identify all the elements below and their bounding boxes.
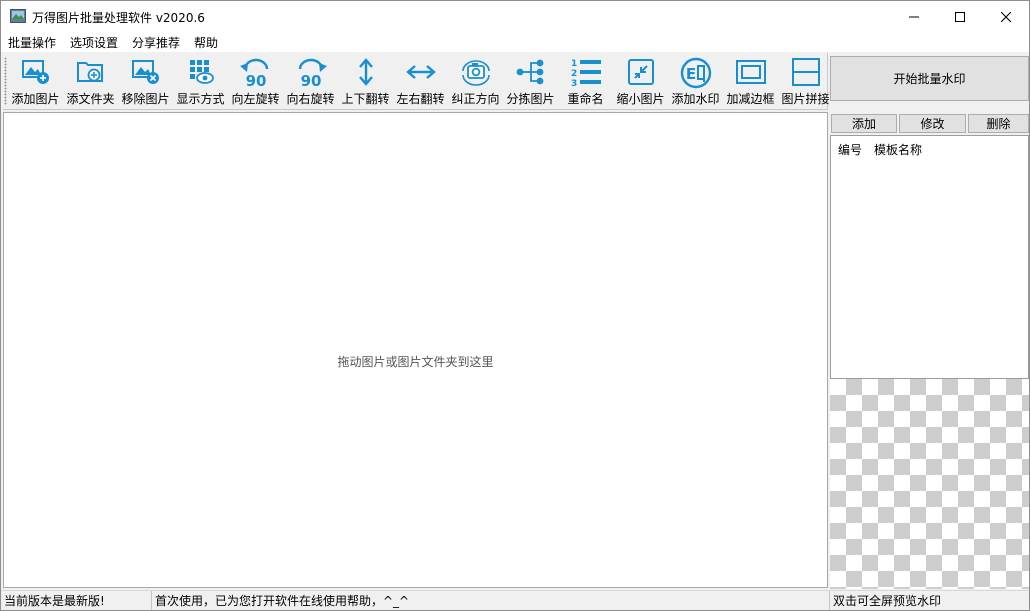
remove-image-icon [131,60,159,84]
border-icon [735,60,766,84]
column-header-template-name[interactable]: 模板名称 [874,141,922,158]
shrink-image-icon [627,59,654,85]
sort-images-label: 分拣图片 [506,92,555,106]
drop-hint: 拖动图片或图片文件夹到这里 [337,355,494,369]
close-icon [1001,11,1011,22]
stitch-images-button[interactable]: 图片拼接 [778,53,833,109]
maximize-button[interactable] [937,1,983,32]
status-bar: 当前版本是最新版! 首次使用，已为您打开软件在线使用帮助，^_^ 双击可全屏预览… [1,590,1029,610]
title-bar: 万得图片批量处理软件 v2020.6 [1,1,1029,32]
view-mode-icon [189,60,214,84]
rename-label: 重命名 [567,92,604,106]
toolbar: 添加图片 添文件夹 移除图片 显示方式 90 向左旋转 90 向右旋转 上下翻转… [3,53,830,110]
sort-images-icon [516,59,543,85]
correct-orientation-label: 纠正方向 [451,92,500,106]
add-watermark-button[interactable]: E 添加水印 [668,53,723,109]
shrink-image-label: 缩小图片 [616,92,665,106]
status-message: 首次使用，已为您打开软件在线使用帮助，^_^ [151,591,827,610]
rotate-right-label: 向右旋转 [286,92,335,106]
start-batch-watermark-button[interactable]: 开始批量水印 [830,56,1029,101]
add-folder-button[interactable]: 添文件夹 [63,53,118,109]
border-button[interactable]: 加减边框 [723,53,778,109]
rename-button[interactable]: 1 2 3 重命名 [558,53,613,109]
menu-batch-ops[interactable]: 批量操作 [8,34,56,51]
add-folder-icon [76,62,103,82]
minimize-icon [909,16,919,17]
status-hint: 双击可全屏预览水印 [829,591,1029,610]
window-title: 万得图片批量处理软件 v2020.6 [32,11,205,25]
add-image-button[interactable]: 添加图片 [8,53,63,109]
add-image-label: 添加图片 [11,92,60,106]
rotate-left-button[interactable]: 90 向左旋转 [228,53,283,109]
remove-image-button[interactable]: 移除图片 [118,53,173,109]
menu-options[interactable]: 选项设置 [70,34,118,51]
maximize-icon [955,11,965,22]
add-template-button[interactable]: 添加 [831,114,897,133]
status-version: 当前版本是最新版! [4,594,105,608]
watermark-preview[interactable] [830,379,1029,589]
add-watermark-label: 添加水印 [671,92,720,106]
rotate-right-button[interactable]: 90 向右旋转 [283,53,338,109]
menu-help[interactable]: 帮助 [194,34,218,51]
stitch-images-icon [791,58,820,86]
flip-vertical-label: 上下翻转 [341,92,390,106]
flip-vertical-icon [358,58,373,86]
watermark-glyph-e: E [685,65,695,83]
add-image-icon [21,60,49,84]
rename-icon: 1 2 3 [571,59,601,89]
app-window: 万得图片批量处理软件 v2020.6 批量操作 选项设置 分享推荐 帮助 添加图… [0,0,1030,611]
delete-template-button[interactable]: 删除 [968,114,1029,133]
view-mode-button[interactable]: 显示方式 [173,53,228,109]
menu-bar: 批量操作 选项设置 分享推荐 帮助 [1,32,1029,52]
column-header-number[interactable]: 编号 [838,141,862,158]
view-mode-label: 显示方式 [176,92,225,106]
rotate-left-icon: 90 [239,58,268,87]
svg-text:1: 1 [571,59,577,69]
border-label: 加减边框 [726,92,775,106]
shrink-image-button[interactable]: 缩小图片 [613,53,668,109]
app-icon [10,9,26,23]
flip-horizontal-button[interactable]: 左右翻转 [393,53,448,109]
add-watermark-icon: E [680,57,711,89]
template-list[interactable]: 编号 模板名称 [830,135,1029,379]
svg-text:3: 3 [571,79,577,89]
menu-share[interactable]: 分享推荐 [132,34,180,51]
edit-template-button[interactable]: 修改 [899,114,966,133]
sort-images-button[interactable]: 分拣图片 [503,53,558,109]
flip-horizontal-label: 左右翻转 [396,92,445,106]
svg-text:2: 2 [571,69,577,79]
rotate-left-label: 向左旋转 [231,92,280,106]
close-button[interactable] [983,1,1029,32]
stitch-images-label: 图片拼接 [781,92,830,106]
rotate-right-degrees: 90 [300,72,321,87]
correct-orientation-button[interactable]: 纠正方向 [448,53,503,109]
correct-orientation-icon [461,60,490,86]
flip-horizontal-icon [405,65,436,79]
rotate-right-icon: 90 [298,58,327,87]
image-drop-area[interactable]: 拖动图片或图片文件夹到这里 [3,112,828,588]
rotate-left-degrees: 90 [245,72,266,87]
minimize-button[interactable] [891,1,937,32]
start-batch-watermark-label: 开始批量水印 [893,72,966,86]
remove-image-label: 移除图片 [121,92,170,106]
add-folder-label: 添文件夹 [66,92,115,106]
flip-vertical-button[interactable]: 上下翻转 [338,53,393,109]
